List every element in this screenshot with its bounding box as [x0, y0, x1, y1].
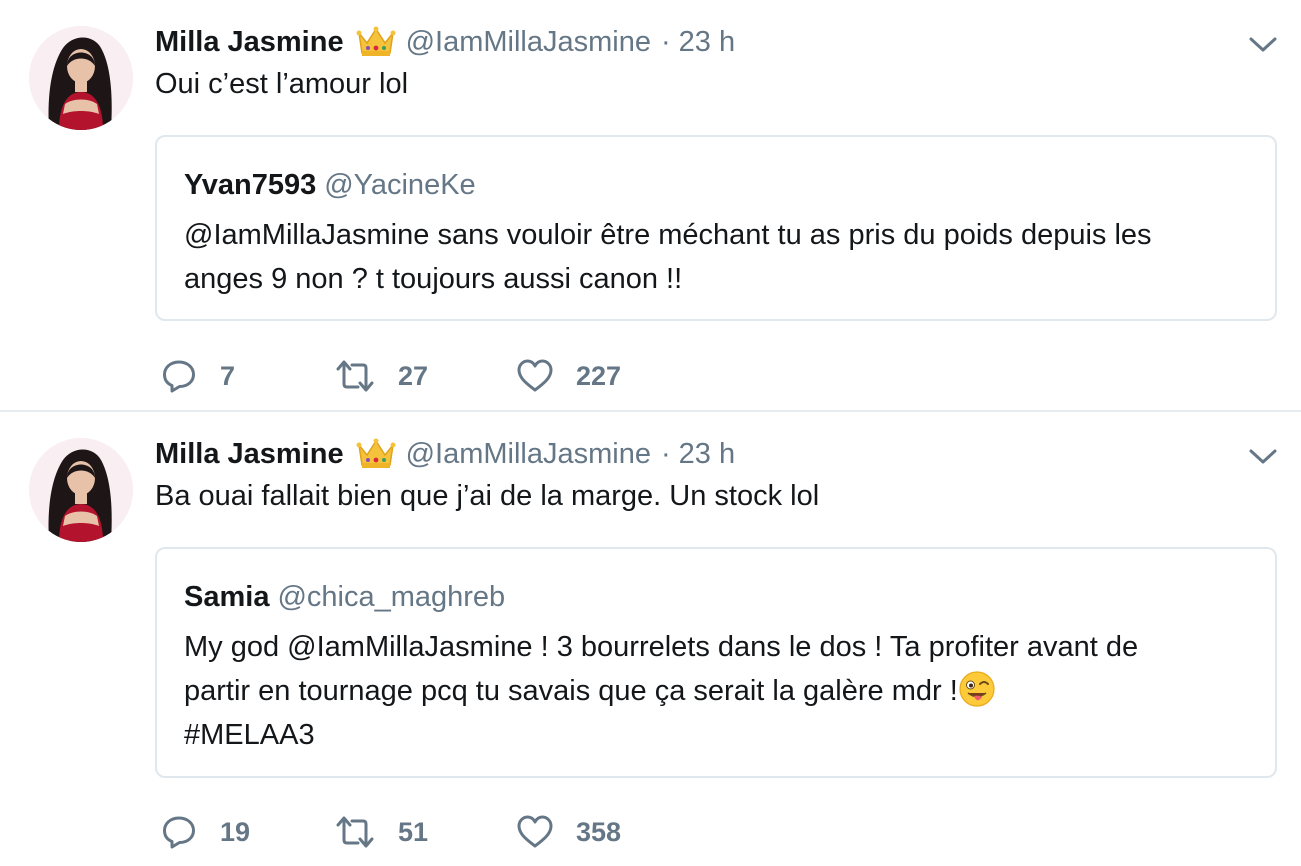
author-name[interactable]: Milla Jasmine	[155, 438, 344, 471]
quoted-text: @IamMillaJasmine sans vouloir être mécha…	[184, 213, 1244, 301]
like-count: 227	[576, 360, 622, 391]
tweet[interactable]: Milla Jasmine @IamMillaJasmine · 23 h	[0, 412, 1301, 866]
quoted-author-name: Samia	[184, 581, 270, 613]
heart-icon	[517, 815, 553, 848]
quoted-text-line: #MELAA3	[184, 719, 315, 751]
tweet-actions: 7 27 227	[160, 356, 760, 396]
author-handle[interactable]: @IamMillaJasmine	[406, 438, 651, 471]
tweet-timestamp[interactable]: 23 h	[679, 26, 735, 59]
reply-icon	[163, 816, 195, 849]
chevron-down-icon[interactable]	[1246, 30, 1280, 58]
avatar[interactable]	[29, 26, 133, 130]
quoted-author-name: Yvan7593	[184, 169, 317, 201]
quoted-header: Samia @chica_maghreb	[184, 581, 505, 614]
quoted-text-line: partir en tournage pcq tu savais que ça …	[184, 675, 958, 707]
retweet-icon	[336, 816, 374, 848]
quoted-tweet[interactable]: Samia @chica_maghreb My god @IamMillaJasm…	[155, 547, 1277, 778]
meta-separator: ·	[660, 437, 671, 470]
reply-button[interactable]: 7	[160, 356, 235, 396]
tweet-actions: 19 51 358	[160, 812, 760, 852]
avatar-image	[29, 438, 133, 542]
like-button[interactable]: 227	[516, 356, 621, 396]
tweet-timestamp[interactable]: 23 h	[679, 438, 735, 471]
reply-count: 19	[220, 816, 251, 847]
heart-icon	[517, 359, 553, 392]
reply-button[interactable]: 19	[160, 812, 250, 852]
retweet-count: 51	[398, 816, 429, 847]
tweet-text: Oui c’est l’amour lol	[155, 68, 409, 100]
avatar-image	[29, 26, 133, 130]
quoted-author-handle: @chica_maghreb	[277, 581, 506, 613]
quoted-text-line: anges 9 non ? t toujours aussi canon !!	[184, 263, 683, 295]
retweet-icon	[336, 360, 374, 392]
author-name[interactable]: Milla Jasmine	[155, 26, 344, 59]
quoted-text-line-with-emoji: partir en tournage pcq tu savais que ça …	[184, 669, 1244, 713]
quoted-text-line: My god @IamMillaJasmine ! 3 bourrelets d…	[184, 631, 1139, 663]
timeline: Milla Jasmine @IamMillaJasmine · 23 h Ou…	[0, 0, 1301, 866]
quoted-text: My god @IamMillaJasmine ! 3 bourrelets d…	[184, 625, 1244, 757]
tweet-text: Ba ouai fallait bien que j’ai de la marg…	[155, 480, 820, 512]
retweet-count: 27	[398, 360, 429, 391]
author-handle[interactable]: @IamMillaJasmine	[406, 26, 651, 59]
quoted-header: Yvan7593 @YacineKe	[184, 169, 476, 202]
reply-count: 7	[220, 360, 236, 391]
quoted-author-handle: @YacineKe	[324, 169, 476, 201]
avatar[interactable]	[29, 438, 133, 542]
like-count: 358	[576, 816, 622, 847]
like-button[interactable]: 358	[516, 812, 621, 852]
reply-icon	[163, 360, 195, 393]
retweet-button[interactable]: 51	[334, 812, 428, 852]
retweet-button[interactable]: 27	[334, 356, 428, 396]
meta-separator: ·	[660, 25, 671, 58]
tweet[interactable]: Milla Jasmine @IamMillaJasmine · 23 h	[0, 0, 1301, 410]
crown-emoji-icon	[356, 25, 396, 59]
crown-emoji-icon	[356, 437, 396, 471]
tweet-header: Milla Jasmine @IamMillaJasmine · 23 h	[155, 22, 735, 62]
quoted-tweet[interactable]: Yvan7593 @YacineKe @IamMillaJasmine sans …	[155, 135, 1277, 321]
tweet-header: Milla Jasmine @IamMillaJasmine · 23 h	[155, 434, 735, 474]
winking-tongue-emoji-icon	[958, 670, 996, 708]
chevron-down-icon[interactable]	[1246, 442, 1280, 470]
quoted-text-line: @IamMillaJasmine sans vouloir être mécha…	[184, 219, 1152, 251]
